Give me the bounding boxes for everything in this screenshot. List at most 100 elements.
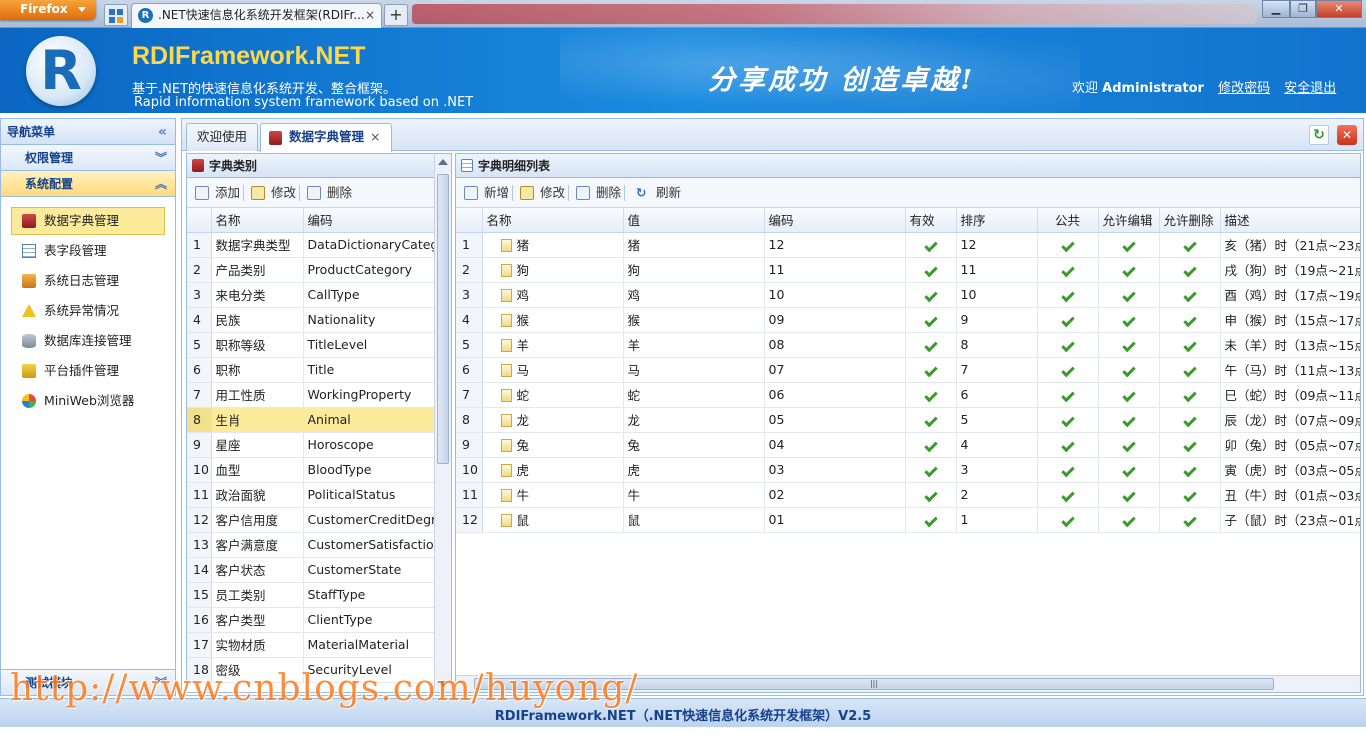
detail-panel-title: 字典明细列表 xyxy=(456,154,1360,178)
check-icon xyxy=(1060,263,1075,278)
table-row[interactable]: 6马马077午（马）时（11点~13点） xyxy=(456,357,1360,383)
nav-item-miniweb[interactable]: MiniWeb浏览器 xyxy=(11,387,165,415)
table-row[interactable]: 9兔兔044卯（兔）时（05点~07点） xyxy=(456,432,1360,458)
cell-valid xyxy=(905,257,957,283)
table-row[interactable]: 2 产品类别 ProductCategory xyxy=(187,257,436,283)
firefox-menu-button[interactable]: Firefox xyxy=(0,0,96,20)
nav-group-system-config[interactable]: 系统配置 ︽ xyxy=(1,171,175,197)
table-row[interactable]: 18 密级 SecurityLevel xyxy=(187,657,436,683)
tab-data-dictionary[interactable]: 数据字典管理 × xyxy=(260,123,392,152)
footer: RDIFramework.NET（.NET快速信息化系统开发框架）V2.5 xyxy=(0,698,1366,727)
close-tab-icon[interactable]: × xyxy=(365,4,375,26)
username: Administrator xyxy=(1102,81,1204,96)
cell-public xyxy=(1037,407,1099,433)
cell-sort: 4 xyxy=(956,432,1038,458)
tab-groups-icon[interactable] xyxy=(104,4,128,26)
check-icon xyxy=(1182,463,1197,478)
column-header-code[interactable]: 编码 xyxy=(303,208,436,233)
table-row[interactable]: 1 数据字典类型 DataDictionaryCateg xyxy=(187,232,436,258)
close-icon[interactable]: ✕ xyxy=(1337,125,1357,145)
table-row[interactable]: 2狗狗1111戌（狗）时（19点~21点） xyxy=(456,257,1360,283)
nav-item-system-exception[interactable]: 系统异常情况 xyxy=(11,297,165,325)
column-header-value[interactable]: 值 xyxy=(623,208,765,233)
column-header-name[interactable]: 名称 xyxy=(482,208,624,233)
logout-link[interactable]: 安全退出 xyxy=(1284,81,1336,96)
table-row[interactable]: 8 生肖 Animal xyxy=(187,407,436,433)
table-row[interactable]: 15 员工类别 StaffType xyxy=(187,582,436,608)
cell-allow-delete xyxy=(1159,407,1221,433)
table-row[interactable]: 13 客户满意度 CustomerSatisfactio xyxy=(187,532,436,558)
column-header-name[interactable]: 名称 xyxy=(211,208,304,233)
column-header-valid[interactable]: 有效 xyxy=(905,208,957,233)
nav-item-system-log[interactable]: 系统日志管理 xyxy=(11,267,165,295)
table-row[interactable]: 3 来电分类 CallType xyxy=(187,282,436,308)
scrollbar-thumb[interactable]: ||| xyxy=(474,678,1274,690)
change-password-link[interactable]: 修改密码 xyxy=(1218,81,1270,96)
horizontal-scrollbar[interactable]: ||| xyxy=(456,675,1360,692)
close-tab-icon[interactable]: × xyxy=(370,129,380,144)
table-row[interactable]: 7 用工性质 WorkingProperty xyxy=(187,382,436,408)
table-row[interactable]: 7蛇蛇066巳（蛇）时（09点~11点） xyxy=(456,382,1360,408)
table-row[interactable]: 5 职称等级 TitleLevel xyxy=(187,332,436,358)
table-row[interactable]: 17 实物材质 MaterialMaterial xyxy=(187,632,436,658)
table-row[interactable]: 14 客户状态 CustomerState xyxy=(187,557,436,583)
check-icon xyxy=(1182,263,1197,278)
vertical-scrollbar[interactable] xyxy=(434,154,451,692)
column-header-sort[interactable]: 排序 xyxy=(956,208,1038,233)
cell-allow-edit xyxy=(1098,332,1160,358)
edit-button[interactable]: 修改 xyxy=(251,183,296,203)
column-header-allow-edit[interactable]: 允许编辑 xyxy=(1098,208,1160,233)
delete-button[interactable]: 删除 xyxy=(307,183,352,203)
edit-button[interactable]: 修改 xyxy=(520,183,565,203)
refresh-icon[interactable]: ↻ xyxy=(1309,125,1329,145)
nav-item-db-connection[interactable]: 数据库连接管理 xyxy=(11,327,165,355)
cell-sort: 2 xyxy=(956,482,1038,508)
nav-item-data-dictionary[interactable]: 数据字典管理 xyxy=(11,207,165,235)
browser-tab[interactable]: R .NET快速信息化系统开发框架(RDIFr... × xyxy=(131,3,382,28)
check-icon xyxy=(1182,413,1197,428)
cell-sort: 12 xyxy=(956,232,1038,258)
scrollbar-thumb[interactable] xyxy=(437,174,449,464)
cell-allow-edit xyxy=(1098,507,1160,533)
window-maximize-button[interactable]: ❐ xyxy=(1290,0,1316,18)
table-row[interactable]: 10 血型 BloodType xyxy=(187,457,436,483)
table-row[interactable]: 6 职称 Title xyxy=(187,357,436,383)
column-header-allow-delete[interactable]: 允许删除 xyxy=(1159,208,1221,233)
delete-button[interactable]: 删除 xyxy=(576,183,621,203)
table-row[interactable]: 10虎虎033寅（虎）时（03点~05点） xyxy=(456,457,1360,483)
table-row[interactable]: 4猴猴099申（猴）时（15点~17点） xyxy=(456,307,1360,333)
nav-group-test[interactable]: 测试模块 ︾ xyxy=(1,669,175,695)
cell-desc: 辰（龙）时（07点~09点） xyxy=(1220,407,1360,433)
new-button[interactable]: 新增 xyxy=(464,183,509,203)
table-row[interactable]: 1猪猪1212亥（猪）时（21点~23点） xyxy=(456,232,1360,258)
table-row[interactable]: 11牛牛022丑（牛）时（01点~03点） xyxy=(456,482,1360,508)
column-header-desc[interactable]: 描述 xyxy=(1220,208,1360,233)
table-row[interactable]: 4 民族 Nationality xyxy=(187,307,436,333)
table-row[interactable]: 11 政治面貌 PoliticalStatus xyxy=(187,482,436,508)
table-row[interactable]: 12鼠鼠011子（鼠）时（23点~01点） xyxy=(456,507,1360,533)
window-close-button[interactable]: ✕ xyxy=(1316,0,1362,18)
table-row[interactable]: 12 客户信用度 CustomerCreditDegr xyxy=(187,507,436,533)
cell-allow-delete xyxy=(1159,282,1221,308)
nav-item-table-fields[interactable]: 表字段管理 xyxy=(11,237,165,265)
column-header-public[interactable]: 公共 xyxy=(1037,208,1099,233)
column-header-code[interactable]: 编码 xyxy=(764,208,906,233)
tab-welcome[interactable]: 欢迎使用 xyxy=(186,123,259,151)
cell-value: 猴 xyxy=(623,307,765,333)
window-minimize-button[interactable]: ▁ xyxy=(1262,0,1290,18)
table-row[interactable]: 8龙龙055辰（龙）时（07点~09点） xyxy=(456,407,1360,433)
new-tab-button[interactable]: + xyxy=(384,4,408,26)
add-button[interactable]: 添加 xyxy=(195,183,240,203)
row-number: 9 xyxy=(456,432,483,458)
table-row[interactable]: 3鸡鸡1010酉（鸡）时（17点~19点） xyxy=(456,282,1360,308)
refresh-button[interactable]: ↻ 刷新 xyxy=(636,183,681,203)
logo: R xyxy=(26,36,96,106)
table-row[interactable]: 5羊羊088未（羊）时（13点~15点） xyxy=(456,332,1360,358)
nav-group-permission[interactable]: 权限管理 ︾ xyxy=(1,145,175,171)
table-row[interactable]: 16 客户类型 ClientType xyxy=(187,607,436,633)
table-row[interactable]: 9 星座 Horoscope xyxy=(187,432,436,458)
collapse-left-icon[interactable]: « xyxy=(158,119,167,145)
cell-allow-edit xyxy=(1098,232,1160,258)
cell-name: 虎 xyxy=(482,457,624,483)
nav-item-plugin[interactable]: 平台插件管理 xyxy=(11,357,165,385)
